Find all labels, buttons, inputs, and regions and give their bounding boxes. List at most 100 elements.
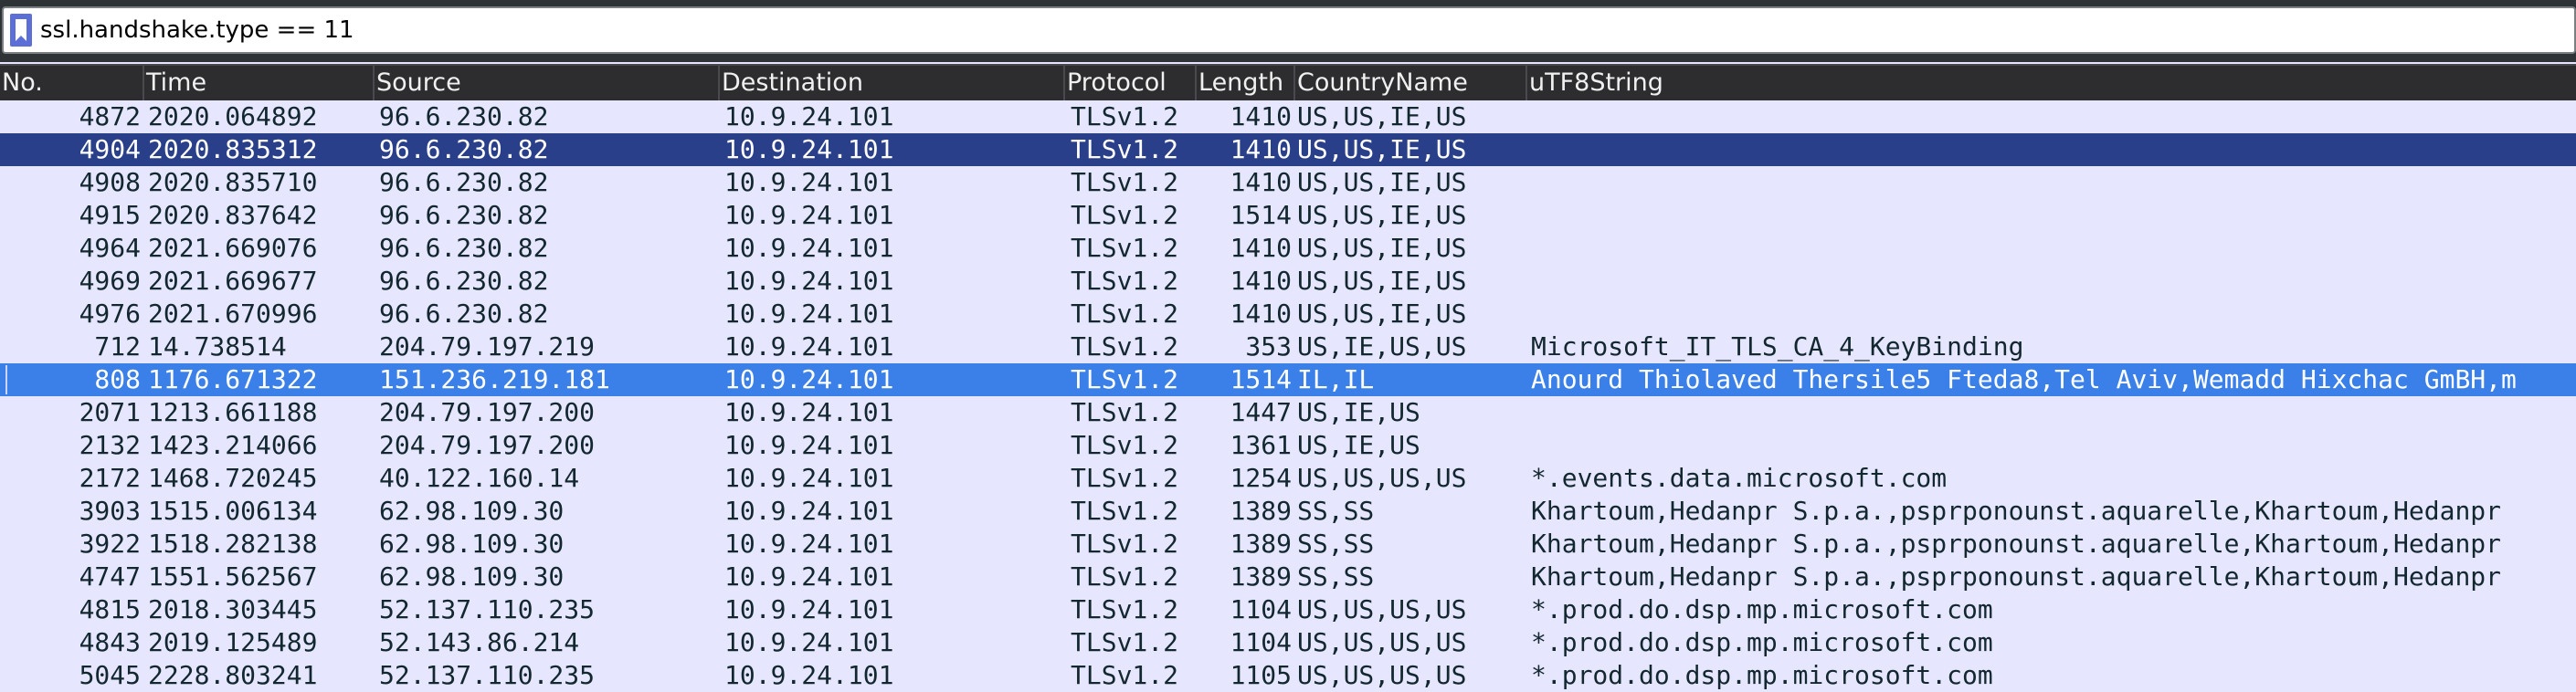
cell-protocol: TLSv1.2 <box>1071 167 1179 197</box>
cell-destination: 10.9.24.101 <box>724 496 894 526</box>
packet-row[interactable]: 2071 1213.661188 204.79.197.200 10.9.24.… <box>0 396 2576 429</box>
cell-country: US,IE,US <box>1297 397 1420 427</box>
cell-utf8string <box>1531 265 2576 298</box>
cell-utf8string <box>1531 232 2576 265</box>
cell-length: 1514 <box>1230 200 1292 230</box>
cell-source: 96.6.230.82 <box>379 134 549 164</box>
cell-source: 204.79.197.200 <box>379 430 596 460</box>
cell-length: 1361 <box>1230 430 1292 460</box>
column-header-source[interactable]: Source <box>375 66 720 100</box>
packet-row[interactable]: 4815 2018.303445 52.137.110.235 10.9.24.… <box>0 593 2576 626</box>
cell-no: 4964 <box>79 233 141 263</box>
cell-protocol: TLSv1.2 <box>1071 660 1179 690</box>
cell-destination: 10.9.24.101 <box>724 397 894 427</box>
column-header-protocol[interactable]: Protocol <box>1065 66 1197 100</box>
cell-protocol: TLSv1.2 <box>1071 463 1179 493</box>
cell-country: US,US,US,US <box>1297 660 1467 690</box>
cell-destination: 10.9.24.101 <box>724 430 894 460</box>
cell-no: 4815 <box>79 594 141 624</box>
cell-no: 3922 <box>79 529 141 559</box>
packet-row[interactable]: 4964 2021.669076 96.6.230.82 10.9.24.101… <box>0 232 2576 265</box>
cell-country: US,US,IE,US <box>1297 299 1467 329</box>
cell-utf8string: *.prod.do.dsp.mp.microsoft.com <box>1531 660 1993 690</box>
cell-no: 3903 <box>79 496 141 526</box>
cell-source: 96.6.230.82 <box>379 101 549 131</box>
cell-no: 4872 <box>79 101 141 131</box>
packet-row[interactable]: 712 14.738514 204.79.197.219 10.9.24.101… <box>0 330 2576 363</box>
packet-row[interactable]: 4976 2021.670996 96.6.230.82 10.9.24.101… <box>0 298 2576 330</box>
cell-time: 2021.669677 <box>148 266 318 296</box>
cell-destination: 10.9.24.101 <box>724 266 894 296</box>
cell-time: 2020.835710 <box>148 167 318 197</box>
cell-no: 4904 <box>79 134 141 164</box>
packet-row[interactable]: 4969 2021.669677 96.6.230.82 10.9.24.101… <box>0 265 2576 298</box>
filter-expression[interactable]: ssl.handshake.type == 11 <box>40 8 354 52</box>
display-filter-toolbar: ssl.handshake.type == 11 <box>0 0 2576 62</box>
cell-utf8string: Khartoum,Hedanpr S.p.a.,psprponounst.aqu… <box>1531 529 2502 559</box>
packet-row[interactable]: 2132 1423.214066 204.79.197.200 10.9.24.… <box>0 429 2576 462</box>
packet-row[interactable]: 4908 2020.835710 96.6.230.82 10.9.24.101… <box>0 166 2576 199</box>
display-filter-input[interactable]: ssl.handshake.type == 11 <box>2 6 2576 54</box>
cell-utf8string <box>1531 298 2576 330</box>
cell-length: 1389 <box>1230 561 1292 592</box>
cell-source: 40.122.160.14 <box>379 463 580 493</box>
cell-protocol: TLSv1.2 <box>1071 200 1179 230</box>
cell-source: 52.137.110.235 <box>379 594 596 624</box>
cell-length: 1410 <box>1230 299 1292 329</box>
cell-time: 2020.835312 <box>148 134 318 164</box>
bookmark-icon[interactable] <box>7 12 35 48</box>
cell-destination: 10.9.24.101 <box>724 561 894 592</box>
cell-length: 1105 <box>1230 660 1292 690</box>
cell-country: US,US,IE,US <box>1297 200 1467 230</box>
packet-row[interactable]: 3922 1518.282138 62.98.109.30 10.9.24.10… <box>0 528 2576 561</box>
cell-length: 1104 <box>1230 594 1292 624</box>
cell-destination: 10.9.24.101 <box>724 594 894 624</box>
packet-row[interactable]: 4872 2020.064892 96.6.230.82 10.9.24.101… <box>0 100 2576 133</box>
cell-time: 2018.303445 <box>148 594 318 624</box>
cell-time: 1515.006134 <box>148 496 318 526</box>
packet-row[interactable]: 3903 1515.006134 62.98.109.30 10.9.24.10… <box>0 495 2576 528</box>
cell-length: 1410 <box>1230 233 1292 263</box>
cell-country: IL,IL <box>1297 364 1375 394</box>
cell-time: 1176.671322 <box>148 364 318 394</box>
cell-protocol: TLSv1.2 <box>1071 233 1179 263</box>
cell-source: 52.143.86.214 <box>379 627 580 657</box>
cell-utf8string <box>1531 100 2576 133</box>
column-header-no[interactable]: No. <box>0 66 144 100</box>
cell-no: 4976 <box>79 299 141 329</box>
cell-length: 1410 <box>1230 134 1292 164</box>
cell-source: 96.6.230.82 <box>379 299 549 329</box>
cell-no: 2071 <box>79 397 141 427</box>
cell-country: US,US,IE,US <box>1297 101 1467 131</box>
cell-destination: 10.9.24.101 <box>724 101 894 131</box>
column-header-length[interactable]: Length <box>1197 66 1295 100</box>
packet-row[interactable]: 808 1176.671322 151.236.219.181 10.9.24.… <box>0 363 2576 396</box>
packet-row[interactable]: 2172 1468.720245 40.122.160.14 10.9.24.1… <box>0 462 2576 495</box>
cell-length: 353 <box>1245 331 1292 362</box>
cell-no: 4969 <box>79 266 141 296</box>
column-header-destination[interactable]: Destination <box>720 66 1065 100</box>
cell-source: 151.236.219.181 <box>379 364 610 394</box>
packet-row[interactable]: 4843 2019.125489 52.143.86.214 10.9.24.1… <box>0 626 2576 659</box>
packet-row[interactable]: 4915 2020.837642 96.6.230.82 10.9.24.101… <box>0 199 2576 232</box>
cell-destination: 10.9.24.101 <box>724 364 894 394</box>
cell-time: 2020.064892 <box>148 101 318 131</box>
cell-utf8string: Khartoum,Hedanpr S.p.a.,psprponounst.aqu… <box>1531 561 2502 592</box>
packet-row[interactable]: 5045 2228.803241 52.137.110.235 10.9.24.… <box>0 659 2576 692</box>
cell-destination: 10.9.24.101 <box>724 233 894 263</box>
cell-country: SS,SS <box>1297 529 1375 559</box>
cell-destination: 10.9.24.101 <box>724 134 894 164</box>
cell-time: 2021.670996 <box>148 299 318 329</box>
cell-utf8string: Khartoum,Hedanpr S.p.a.,psprponounst.aqu… <box>1531 496 2502 526</box>
column-header-country[interactable]: CountryName <box>1295 66 1527 100</box>
cell-country: SS,SS <box>1297 561 1375 592</box>
column-header-time[interactable]: Time <box>144 66 375 100</box>
cell-country: SS,SS <box>1297 496 1375 526</box>
packet-row[interactable]: 4904 2020.835312 96.6.230.82 10.9.24.101… <box>0 133 2576 166</box>
cell-time: 2019.125489 <box>148 627 318 657</box>
column-header-utf8string[interactable]: uTF8String <box>1527 66 2576 100</box>
packet-list[interactable]: 4872 2020.064892 96.6.230.82 10.9.24.101… <box>0 100 2576 692</box>
cell-no: 4915 <box>79 200 141 230</box>
cell-protocol: TLSv1.2 <box>1071 594 1179 624</box>
packet-row[interactable]: 4747 1551.562567 62.98.109.30 10.9.24.10… <box>0 561 2576 593</box>
